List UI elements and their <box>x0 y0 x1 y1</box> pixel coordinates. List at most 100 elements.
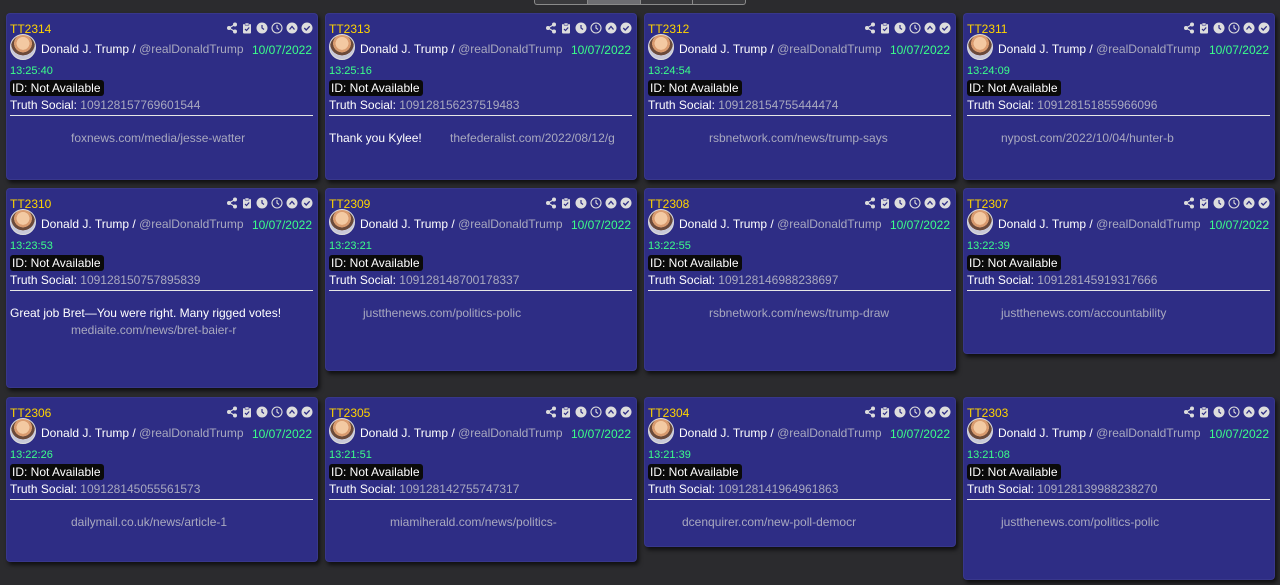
author-handle[interactable]: @realDonaldTrump <box>458 217 562 231</box>
post-link[interactable]: dcenquirer.com/new-poll-democr <box>682 515 856 529</box>
chevron-up-circle-icon[interactable] <box>286 21 298 34</box>
author-handle[interactable]: @realDonaldTrump <box>139 217 243 231</box>
share-icon[interactable] <box>545 405 557 418</box>
clock-outline-icon[interactable] <box>909 196 921 209</box>
share-icon[interactable] <box>226 21 238 34</box>
clock-filled-icon[interactable] <box>894 196 906 209</box>
post-card[interactable]: TT2312 Donald J. Trump / @realDonaldTrum… <box>644 13 956 180</box>
check-circle-icon[interactable] <box>939 196 951 209</box>
post-id[interactable]: TT2304 <box>648 406 689 420</box>
clock-outline-icon[interactable] <box>590 196 602 209</box>
check-circle-icon[interactable] <box>1258 196 1270 209</box>
post-id[interactable]: TT2306 <box>10 406 51 420</box>
chevron-up-circle-icon[interactable] <box>605 21 617 34</box>
clock-filled-icon[interactable] <box>256 405 268 418</box>
clipboard-icon[interactable] <box>560 21 572 34</box>
check-circle-icon[interactable] <box>301 21 313 34</box>
view-toggle-group[interactable] <box>534 0 746 5</box>
post-link[interactable]: miamiherald.com/news/politics- <box>390 515 557 529</box>
post-link[interactable]: dailymail.co.uk/news/article-1 <box>71 515 227 529</box>
chevron-up-circle-icon[interactable] <box>924 196 936 209</box>
post-card[interactable]: TT2314 Donald J. Trump / @realDonaldTrum… <box>6 13 318 180</box>
clipboard-icon[interactable] <box>560 405 572 418</box>
chevron-up-circle-icon[interactable] <box>1243 196 1255 209</box>
post-id[interactable]: TT2312 <box>648 22 689 36</box>
post-id[interactable]: TT2313 <box>329 22 370 36</box>
author-handle[interactable]: @realDonaldTrump <box>1096 42 1200 56</box>
share-icon[interactable] <box>864 21 876 34</box>
clock-filled-icon[interactable] <box>256 21 268 34</box>
post-link[interactable]: justthenews.com/accountability <box>1001 306 1166 320</box>
share-icon[interactable] <box>864 405 876 418</box>
author-handle[interactable]: @realDonaldTrump <box>1096 217 1200 231</box>
post-id[interactable]: TT2303 <box>967 406 1008 420</box>
share-icon[interactable] <box>226 196 238 209</box>
post-card[interactable]: TT2306 Donald J. Trump / @realDonaldTrum… <box>6 397 318 562</box>
view-toggle-2[interactable] <box>587 0 641 4</box>
check-circle-icon[interactable] <box>301 196 313 209</box>
clock-outline-icon[interactable] <box>1228 196 1240 209</box>
post-card[interactable]: TT2307 Donald J. Trump / @realDonaldTrum… <box>963 188 1275 354</box>
check-circle-icon[interactable] <box>301 405 313 418</box>
author-handle[interactable]: @realDonaldTrump <box>777 42 881 56</box>
post-card[interactable]: TT2305 Donald J. Trump / @realDonaldTrum… <box>325 397 637 562</box>
view-toggle-4[interactable] <box>693 0 745 4</box>
check-circle-icon[interactable] <box>620 21 632 34</box>
clock-outline-icon[interactable] <box>909 21 921 34</box>
share-icon[interactable] <box>545 196 557 209</box>
chevron-up-circle-icon[interactable] <box>1243 21 1255 34</box>
chevron-up-circle-icon[interactable] <box>286 405 298 418</box>
clock-filled-icon[interactable] <box>894 405 906 418</box>
post-link[interactable]: mediaite.com/news/bret-baier-r <box>71 323 236 337</box>
clipboard-icon[interactable] <box>1198 196 1210 209</box>
post-id[interactable]: TT2314 <box>10 22 51 36</box>
clock-outline-icon[interactable] <box>909 405 921 418</box>
post-card[interactable]: TT2308 Donald J. Trump / @realDonaldTrum… <box>644 188 956 371</box>
post-link[interactable]: thefederalist.com/2022/08/12/g <box>450 131 615 145</box>
chevron-up-circle-icon[interactable] <box>1243 405 1255 418</box>
share-icon[interactable] <box>1183 21 1195 34</box>
post-id[interactable]: TT2305 <box>329 406 370 420</box>
author-handle[interactable]: @realDonaldTrump <box>139 426 243 440</box>
chevron-up-circle-icon[interactable] <box>605 196 617 209</box>
clock-filled-icon[interactable] <box>575 405 587 418</box>
author-handle[interactable]: @realDonaldTrump <box>1096 426 1200 440</box>
author-handle[interactable]: @realDonaldTrump <box>777 217 881 231</box>
post-id[interactable]: TT2309 <box>329 197 370 211</box>
post-card[interactable]: TT2310 Donald J. Trump / @realDonaldTrum… <box>6 188 318 388</box>
check-circle-icon[interactable] <box>620 405 632 418</box>
clipboard-icon[interactable] <box>879 405 891 418</box>
clock-outline-icon[interactable] <box>271 405 283 418</box>
clock-outline-icon[interactable] <box>590 405 602 418</box>
clipboard-icon[interactable] <box>1198 405 1210 418</box>
share-icon[interactable] <box>545 21 557 34</box>
post-link[interactable]: rsbnetwork.com/news/trump-says <box>709 131 888 145</box>
clipboard-icon[interactable] <box>879 196 891 209</box>
check-circle-icon[interactable] <box>939 405 951 418</box>
chevron-up-circle-icon[interactable] <box>924 21 936 34</box>
share-icon[interactable] <box>1183 405 1195 418</box>
post-card[interactable]: TT2311 Donald J. Trump / @realDonaldTrum… <box>963 13 1275 180</box>
view-toggle-1[interactable] <box>535 0 588 4</box>
share-icon[interactable] <box>226 405 238 418</box>
post-link[interactable]: nypost.com/2022/10/04/hunter-b <box>1001 131 1174 145</box>
post-card[interactable]: TT2313 Donald J. Trump / @realDonaldTrum… <box>325 13 637 180</box>
clock-outline-icon[interactable] <box>1228 21 1240 34</box>
clipboard-icon[interactable] <box>241 196 253 209</box>
clock-filled-icon[interactable] <box>1213 21 1225 34</box>
clock-filled-icon[interactable] <box>1213 196 1225 209</box>
clock-filled-icon[interactable] <box>575 21 587 34</box>
clipboard-icon[interactable] <box>879 21 891 34</box>
post-id[interactable]: TT2311 <box>967 22 1007 36</box>
share-icon[interactable] <box>864 196 876 209</box>
post-link[interactable]: justthenews.com/politics-polic <box>363 306 521 320</box>
post-link[interactable]: foxnews.com/media/jesse-watter <box>71 131 245 145</box>
post-id[interactable]: TT2310 <box>10 197 51 211</box>
author-handle[interactable]: @realDonaldTrump <box>139 42 243 56</box>
clock-outline-icon[interactable] <box>271 196 283 209</box>
check-circle-icon[interactable] <box>1258 21 1270 34</box>
clock-filled-icon[interactable] <box>256 196 268 209</box>
clock-filled-icon[interactable] <box>1213 405 1225 418</box>
clipboard-icon[interactable] <box>241 405 253 418</box>
clock-filled-icon[interactable] <box>894 21 906 34</box>
